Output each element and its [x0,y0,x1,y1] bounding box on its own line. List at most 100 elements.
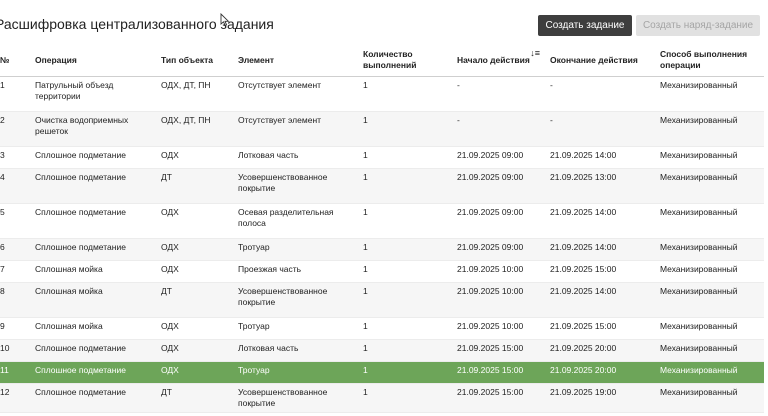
row-start: 21.09.2025 09:00 [451,168,544,204]
row-operation: Сплошное подметание [29,168,155,204]
row-object-type: ОДХ, ДТ, ПН [155,76,232,112]
row-count: 1 [357,168,451,204]
table-row[interactable]: 7 Сплошная мойка ОДХ Проезжая часть 1 21.09.2… [0,260,764,283]
column-header-object-type[interactable]: Тип объекта [155,44,232,77]
row-count: 1 [357,146,451,169]
row-operation: Сплошное подметание [29,339,155,362]
row-object-type: ОДХ [155,203,232,239]
row-end: 21.09.2025 15:00 [544,317,654,340]
row-method: Механизированный [654,203,764,239]
page-title: Расшифровка централизованного задания [0,16,274,32]
row-object-type: ОДХ [155,238,232,261]
column-header-start[interactable]: Начало действия ↓≡ [451,44,544,77]
row-start: - [451,76,544,112]
row-element: Тротуар [232,361,357,384]
column-header-count[interactable]: Количество выполнений [357,44,451,77]
row-count: 1 [357,282,451,318]
row-number: 12 [0,383,29,413]
row-element: Тротуар [232,238,357,261]
tasks-table: № Операция Тип объекта Элемент Количеств… [0,44,764,413]
row-end: 21.09.2025 19:00 [544,383,654,413]
row-start: 21.09.2025 15:00 [451,339,544,362]
tasks-table-container: № Операция Тип объекта Элемент Количеств… [0,44,764,413]
table-row[interactable]: 2 Очистка водоприемных решеток ОДХ, ДТ, ПН… [0,111,764,147]
table-row[interactable]: 4 Сплошное подметание ДТ Усовершенствованно… [0,168,764,204]
create-task-button[interactable]: Создать задание [538,15,632,36]
row-end: 21.09.2025 20:00 [544,361,654,384]
table-row[interactable]: 5 Сплошное подметание ОДХ Осевая разделител… [0,203,764,239]
row-count: 1 [357,317,451,340]
row-element: Усовершенствованное покрытие [232,168,357,204]
table-row[interactable]: 8 Сплошная мойка ДТ Усовершенствованное пок… [0,282,764,318]
row-number: 11 [0,361,29,384]
column-header-end[interactable]: Окончание действия [544,44,654,77]
row-end: 21.09.2025 13:00 [544,168,654,204]
row-number: 4 [0,168,29,204]
column-header-element[interactable]: Элемент [232,44,357,77]
row-number: 3 [0,146,29,169]
column-header-method[interactable]: Способ выполнения операции [654,44,764,77]
mouse-cursor-icon [220,13,230,27]
row-operation: Сплошное подметание [29,238,155,261]
row-method: Механизированный [654,260,764,283]
row-element: Лотковая часть [232,146,357,169]
row-object-type: ДТ [155,282,232,318]
row-object-type: ОДХ [155,260,232,283]
create-order-button[interactable]: Создать наряд-задание [636,15,760,36]
row-object-type: ОДХ [155,146,232,169]
row-start: 21.09.2025 09:00 [451,203,544,239]
row-start: 21.09.2025 10:00 [451,260,544,283]
row-method: Механизированный [654,282,764,318]
table-row[interactable]: 11 Сплошное подметание ОДХ Тротуар 1 21.09.20… [0,361,764,384]
row-start: 21.09.2025 10:00 [451,282,544,318]
table-row[interactable]: 3 Сплошное подметание ОДХ Лотковая часть 1 21… [0,146,764,169]
row-operation: Сплошная мойка [29,282,155,318]
row-end: - [544,76,654,112]
row-count: 1 [357,339,451,362]
row-method: Механизированный [654,111,764,147]
row-number: 8 [0,282,29,318]
row-operation: Очистка водоприемных решеток [29,111,155,147]
row-number: 6 [0,238,29,261]
row-method: Механизированный [654,146,764,169]
row-count: 1 [357,203,451,239]
row-object-type: ДТ [155,168,232,204]
row-element: Проезжая часть [232,260,357,283]
row-element: Усовершенствованное покрытие [232,282,357,318]
column-header-operation[interactable]: Операция [29,44,155,77]
row-count: 1 [357,111,451,147]
table-row[interactable]: 9 Сплошная мойка ОДХ Тротуар 1 21.09.2025 10:… [0,317,764,340]
row-operation: Сплошное подметание [29,383,155,413]
row-operation: Сплошная мойка [29,317,155,340]
row-element: Усовершенствованное покрытие [232,383,357,413]
row-end: 21.09.2025 14:00 [544,238,654,261]
row-object-type: ДТ [155,383,232,413]
row-number: 1 [0,76,29,112]
row-method: Механизированный [654,339,764,362]
row-number: 2 [0,111,29,147]
table-row[interactable]: 1 Патрульный объезд территории ОДХ, ДТ, ПН… [0,76,764,112]
sort-desc-icon[interactable]: ↓≡ [530,48,540,59]
row-count: 1 [357,238,451,261]
row-end: 21.09.2025 14:00 [544,146,654,169]
row-operation: Сплошное подметание [29,203,155,239]
row-operation: Сплошное подметание [29,146,155,169]
row-end: 21.09.2025 20:00 [544,339,654,362]
row-start: 21.09.2025 10:00 [451,317,544,340]
row-number: 5 [0,203,29,239]
table-row[interactable]: 12 Сплошное подметание ДТ Усовершенствованн… [0,383,764,413]
row-method: Механизированный [654,317,764,340]
row-end: 21.09.2025 15:00 [544,260,654,283]
row-start: 21.09.2025 09:00 [451,238,544,261]
table-row[interactable]: 6 Сплошное подметание ОДХ Тротуар 1 21.09.202… [0,238,764,261]
row-count: 1 [357,361,451,384]
row-start: 21.09.2025 15:00 [451,361,544,384]
row-end: 21.09.2025 14:00 [544,203,654,239]
row-element: Отсутствует элемент [232,111,357,147]
table-row[interactable]: 10 Сплошное подметание ОДХ Лотковая часть 1 2… [0,339,764,362]
row-method: Механизированный [654,168,764,204]
row-count: 1 [357,383,451,413]
column-header-num[interactable]: № [0,44,29,77]
row-object-type: ОДХ [155,361,232,384]
row-number: 7 [0,260,29,283]
